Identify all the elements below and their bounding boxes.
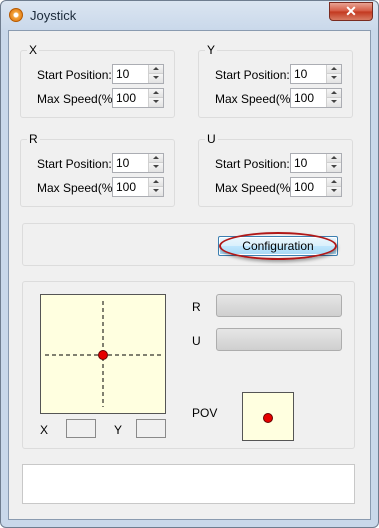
max-speed-stepper[interactable]: 100 <box>112 177 164 197</box>
start-position-label: Start Position: <box>37 157 112 171</box>
r-progress-bar <box>216 294 342 317</box>
max-speed-label: Max Speed(%): <box>37 92 120 106</box>
u-bar-label: U <box>192 334 201 348</box>
spin-up-arrow-icon[interactable] <box>148 178 163 187</box>
y-readout <box>136 419 166 438</box>
pov-dot-icon <box>263 413 273 423</box>
window-title: Joystick <box>30 8 77 23</box>
start-position-value[interactable]: 10 <box>116 156 129 170</box>
spin-down-arrow-icon[interactable] <box>148 163 163 172</box>
spin-down-arrow-icon[interactable] <box>326 74 341 83</box>
spin-up-arrow-icon[interactable] <box>326 154 341 163</box>
max-speed-value[interactable]: 100 <box>294 180 314 194</box>
configuration-button[interactable]: Configuration <box>218 236 338 256</box>
max-speed-stepper[interactable]: 100 <box>290 177 342 197</box>
axis-group-u: U Start Position: 10 Max Speed(%): 100 <box>198 133 353 207</box>
title-bar[interactable]: Joystick ✕ <box>1 1 378 29</box>
spin-up-arrow-icon[interactable] <box>326 89 341 98</box>
spin-up-arrow-icon[interactable] <box>326 178 341 187</box>
x-readout-label: X <box>40 423 49 437</box>
start-position-value[interactable]: 10 <box>116 67 129 81</box>
axis-group-r: R Start Position: 10 Max Speed(%): 100 <box>20 133 175 207</box>
max-speed-label: Max Speed(%): <box>37 181 120 195</box>
spin-up-arrow-icon[interactable] <box>148 154 163 163</box>
axis-group-label: U <box>205 132 218 146</box>
max-speed-label: Max Speed(%): <box>215 181 298 195</box>
spin-down-arrow-icon[interactable] <box>148 74 163 83</box>
close-icon: ✕ <box>345 3 357 19</box>
status-box <box>22 464 355 504</box>
max-speed-label: Max Speed(%): <box>215 92 298 106</box>
axis-group-x: X Start Position: 10 Max Speed(%): 100 <box>20 44 175 118</box>
joystick-window: Joystick ✕ X Start Position: 10 Max Spee… <box>0 0 379 528</box>
max-speed-stepper[interactable]: 100 <box>290 88 342 108</box>
spin-down-arrow-icon[interactable] <box>148 98 163 107</box>
start-position-label: Start Position: <box>215 68 290 82</box>
pov-label: POV <box>192 406 218 420</box>
max-speed-stepper[interactable]: 100 <box>112 88 164 108</box>
axis-group-label: X <box>27 43 40 57</box>
close-button[interactable]: ✕ <box>329 2 373 21</box>
start-position-label: Start Position: <box>37 68 112 82</box>
spin-up-arrow-icon[interactable] <box>148 65 163 74</box>
y-readout-label: Y <box>114 423 123 437</box>
axis-group-label: R <box>27 132 40 146</box>
r-bar-label: R <box>192 300 201 314</box>
start-position-stepper[interactable]: 10 <box>112 64 164 84</box>
spin-down-arrow-icon[interactable] <box>326 98 341 107</box>
spin-down-arrow-icon[interactable] <box>326 163 341 172</box>
max-speed-value[interactable]: 100 <box>116 180 136 194</box>
pov-pad <box>242 392 294 441</box>
spin-up-arrow-icon[interactable] <box>148 89 163 98</box>
start-position-stepper[interactable]: 10 <box>112 153 164 173</box>
axis-group-label: Y <box>205 43 218 57</box>
start-position-stepper[interactable]: 10 <box>290 64 342 84</box>
spin-down-arrow-icon[interactable] <box>326 187 341 196</box>
client-area: X Start Position: 10 Max Speed(%): 100 Y… <box>8 30 371 520</box>
start-position-value[interactable]: 10 <box>294 156 307 170</box>
u-progress-bar <box>216 328 342 351</box>
start-position-value[interactable]: 10 <box>294 67 307 81</box>
app-joystick-icon <box>9 8 23 22</box>
start-position-stepper[interactable]: 10 <box>290 153 342 173</box>
crosshair-icon <box>45 301 161 407</box>
x-readout <box>66 419 96 438</box>
max-speed-value[interactable]: 100 <box>116 91 136 105</box>
spin-up-arrow-icon[interactable] <box>326 65 341 74</box>
start-position-label: Start Position: <box>215 157 290 171</box>
spin-down-arrow-icon[interactable] <box>148 187 163 196</box>
max-speed-value[interactable]: 100 <box>294 91 314 105</box>
axis-group-y: Y Start Position: 10 Max Speed(%): 100 <box>198 44 353 118</box>
joystick-xy-pad <box>40 294 166 414</box>
